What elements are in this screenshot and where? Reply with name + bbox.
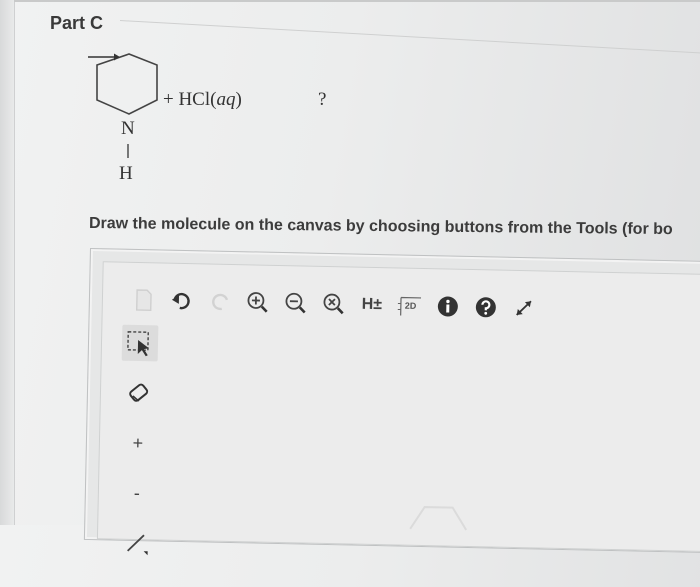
2d-clean-icon[interactable]: 2D bbox=[397, 292, 424, 319]
header-divider bbox=[120, 20, 700, 54]
part-title: Part C bbox=[50, 13, 103, 34]
atom-h-label: H bbox=[119, 163, 133, 185]
redo-icon[interactable] bbox=[207, 288, 234, 315]
select-icon[interactable] bbox=[122, 325, 159, 362]
drawing-canvas[interactable]: H± 2D bbox=[97, 261, 700, 552]
editor-sidebar: + - bbox=[117, 325, 162, 576]
zoom-in-icon[interactable] bbox=[245, 289, 272, 316]
template-hexagon-icon bbox=[408, 501, 469, 532]
help-icon[interactable] bbox=[473, 294, 500, 321]
left-panel-edge bbox=[0, 0, 15, 525]
zoom-out-icon[interactable] bbox=[283, 290, 310, 317]
undo-icon[interactable] bbox=[169, 288, 196, 315]
editor-toolbar: H± 2D bbox=[131, 285, 550, 324]
new-icon[interactable] bbox=[131, 287, 158, 314]
single-bond-icon[interactable] bbox=[117, 525, 154, 562]
minus-charge-icon[interactable]: - bbox=[119, 475, 156, 512]
plus-charge-icon[interactable]: + bbox=[120, 425, 157, 462]
info-icon[interactable] bbox=[435, 293, 462, 320]
zoom-reset-icon[interactable] bbox=[321, 291, 348, 318]
product-placeholder: ? bbox=[318, 89, 326, 111]
reaction-equation: N H + HCl(aq) ? bbox=[88, 52, 388, 192]
molecule-editor[interactable]: H± 2D bbox=[84, 248, 700, 553]
expand-icon[interactable] bbox=[511, 295, 538, 322]
atom-n-label: N bbox=[121, 118, 135, 140]
reaction-arrow-icon bbox=[88, 52, 120, 62]
reagent-text: + HCl(aq) bbox=[163, 89, 242, 111]
eraser-icon[interactable] bbox=[121, 375, 158, 412]
instruction-text: Draw the molecule on the canvas by choos… bbox=[89, 215, 673, 239]
h-toggle-icon[interactable]: H± bbox=[359, 292, 386, 319]
svg-text:2D: 2D bbox=[405, 301, 417, 311]
top-rule bbox=[14, 0, 700, 2]
